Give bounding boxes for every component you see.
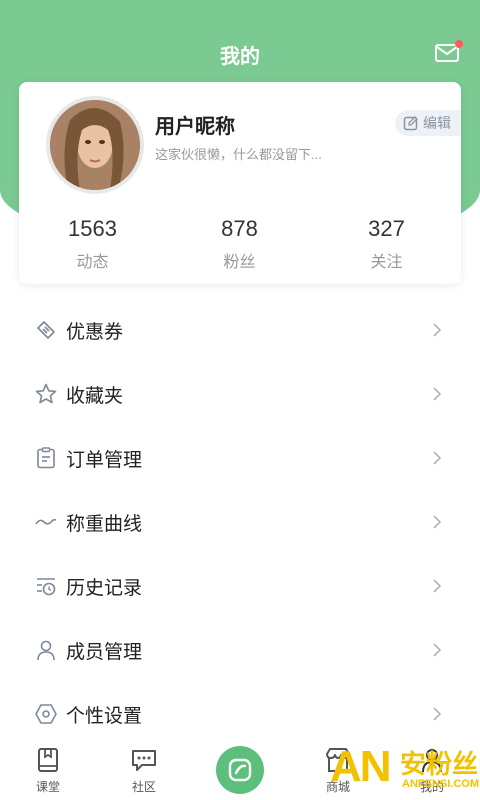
star-icon xyxy=(35,383,57,404)
stat-value: 327 xyxy=(368,216,405,241)
chevron-right-icon xyxy=(433,387,442,401)
chevron-right-icon xyxy=(433,579,442,593)
chevron-right-icon xyxy=(433,643,442,657)
page-title: 我的 xyxy=(220,46,260,68)
menu-item-weight-curve[interactable]: 称重曲线 xyxy=(0,490,480,554)
tab-label: 社区 xyxy=(131,780,156,794)
stat-posts[interactable]: 1563 动态 xyxy=(19,216,166,272)
tab-label: 课堂 xyxy=(35,780,60,794)
profile-card: 用户昵称 这家伙很懒，什么都没留下... 编辑 1563 动态 878 粉丝 3… xyxy=(19,82,461,284)
edit-profile-button[interactable]: 编辑 xyxy=(395,110,461,136)
chevron-right-icon xyxy=(433,451,442,465)
person-icon xyxy=(37,640,55,661)
bio-text: 这家伙很懒，什么都没留下... xyxy=(155,147,322,162)
stat-value: 1563 xyxy=(68,216,117,241)
watermark-url: ANFENSI.COM xyxy=(402,778,479,790)
menu-item-history[interactable]: 历史记录 xyxy=(0,554,480,618)
chevron-right-icon xyxy=(433,323,442,337)
nickname: 用户昵称 xyxy=(155,116,235,138)
stat-label: 粉丝 xyxy=(223,254,256,271)
menu-item-members[interactable]: 成员管理 xyxy=(0,618,480,682)
menu-label: 历史记录 xyxy=(66,577,143,599)
stat-label: 动态 xyxy=(76,254,109,271)
menu-list: 优惠券 收藏夹 订单管理 称重曲线 历史记录 成员管理 个性设置 xyxy=(0,298,480,746)
clipboard-icon xyxy=(37,447,55,469)
notification-dot xyxy=(455,40,463,48)
tab-classroom[interactable]: 课堂 xyxy=(18,740,78,800)
stat-value: 878 xyxy=(221,216,258,241)
watermark-text: 安粉丝 xyxy=(400,749,479,779)
history-icon xyxy=(37,578,56,596)
menu-label: 称重曲线 xyxy=(66,513,143,535)
stat-followers[interactable]: 878 粉丝 xyxy=(166,216,313,272)
book-icon xyxy=(38,748,58,772)
chevron-right-icon xyxy=(433,707,442,721)
center-action-button[interactable] xyxy=(216,746,264,794)
hexagon-icon xyxy=(35,704,57,724)
menu-item-favorites[interactable]: 收藏夹 xyxy=(0,362,480,426)
watermark-logo: AN xyxy=(330,742,392,791)
menu-label: 优惠券 xyxy=(66,321,124,343)
menu-item-coupons[interactable]: 优惠券 xyxy=(0,298,480,362)
center-action-icon xyxy=(228,758,252,782)
watermark: AN 安粉丝 ANFENSI.COM xyxy=(330,742,480,798)
stat-label: 关注 xyxy=(370,254,403,271)
avatar[interactable] xyxy=(46,96,144,194)
menu-item-orders[interactable]: 订单管理 xyxy=(0,426,480,490)
chat-icon xyxy=(132,750,156,771)
edit-label: 编辑 xyxy=(423,115,451,131)
coupon-icon xyxy=(37,321,55,339)
menu-label: 订单管理 xyxy=(66,449,143,471)
menu-label: 个性设置 xyxy=(66,705,143,727)
tab-community[interactable]: 社区 xyxy=(114,740,174,800)
menu-label: 成员管理 xyxy=(66,641,143,663)
chevron-right-icon xyxy=(433,515,442,529)
stats-row: 1563 动态 878 粉丝 327 关注 xyxy=(19,216,461,272)
menu-item-settings[interactable]: 个性设置 xyxy=(0,682,480,746)
menu-label: 收藏夹 xyxy=(66,385,124,407)
stat-following[interactable]: 327 关注 xyxy=(313,216,460,272)
edit-icon xyxy=(403,116,418,131)
curve-icon xyxy=(35,518,57,525)
